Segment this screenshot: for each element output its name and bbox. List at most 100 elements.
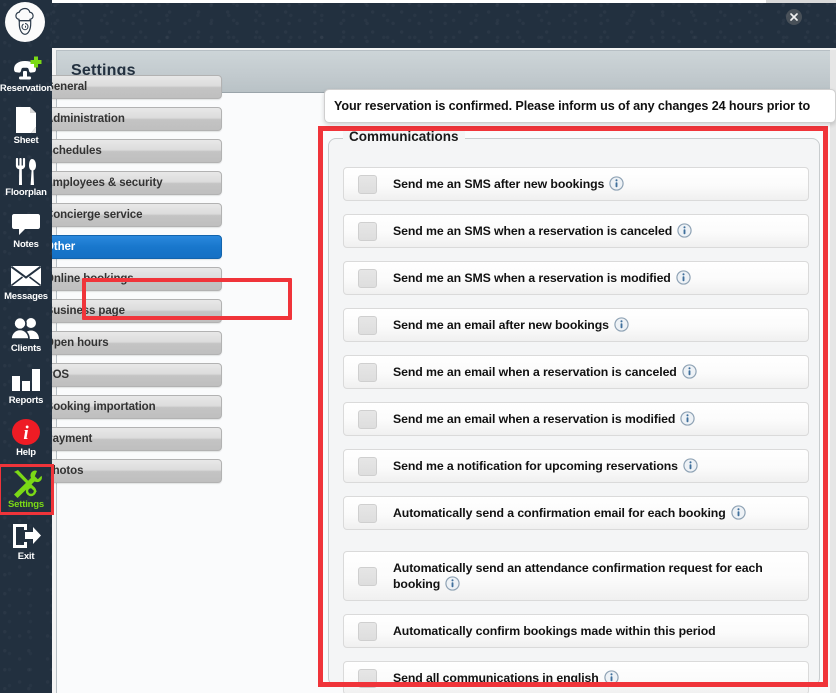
rail-item-label: Reports bbox=[8, 395, 44, 406]
outer-scroll-gutter bbox=[830, 50, 836, 693]
tab-general[interactable]: General bbox=[26, 75, 222, 99]
speech-bubble-icon bbox=[9, 209, 43, 239]
checkbox[interactable] bbox=[358, 621, 377, 641]
tab-online-bookings[interactable]: Online bookings bbox=[26, 267, 222, 291]
info-icon[interactable] bbox=[445, 576, 460, 591]
tab-photos[interactable]: Photos bbox=[26, 459, 222, 483]
info-icon[interactable] bbox=[604, 670, 619, 685]
top-bar bbox=[0, 0, 836, 48]
rail-item-clients[interactable]: Clients bbox=[0, 310, 52, 357]
settings-tab-list: General Administration Schedules Employe… bbox=[26, 75, 222, 491]
rail-item-list: Reservation Sheet Floorplan Notes Messag… bbox=[0, 50, 54, 570]
info-icon[interactable] bbox=[676, 270, 691, 285]
rail-item-label: Settings bbox=[8, 499, 44, 510]
rail-item-reports[interactable]: Reports bbox=[0, 362, 52, 409]
rail-item-notes[interactable]: Notes bbox=[0, 206, 52, 253]
communications-row-list: Send me an SMS after new bookings Send m… bbox=[343, 167, 809, 693]
tab-concierge-service[interactable]: Concierge service bbox=[26, 203, 222, 227]
rail-item-floorplan[interactable]: Floorplan bbox=[0, 154, 52, 201]
comm-row-label: Send me an SMS when a reservation is mod… bbox=[393, 270, 691, 286]
tab-payment[interactable]: Payment bbox=[26, 427, 222, 451]
rail-item-messages[interactable]: Messages bbox=[0, 258, 52, 305]
comm-row-label: Automatically confirm bookings made with… bbox=[393, 624, 716, 638]
rail-item-label: Messages bbox=[4, 291, 48, 302]
comm-row-notification-upcoming[interactable]: Send me a notification for upcoming rese… bbox=[343, 449, 809, 483]
info-icon[interactable] bbox=[680, 411, 695, 426]
rail-item-sheet[interactable]: Sheet bbox=[0, 102, 52, 149]
tab-open-hours[interactable]: Open hours bbox=[26, 331, 222, 355]
tab-pos[interactable]: POS bbox=[26, 363, 222, 387]
info-icon[interactable] bbox=[677, 223, 692, 238]
rail-item-settings[interactable]: Settings bbox=[0, 464, 54, 515]
info-icon[interactable] bbox=[614, 317, 629, 332]
rail-item-reservation[interactable]: Reservation bbox=[0, 50, 52, 97]
checkbox[interactable] bbox=[358, 362, 377, 382]
comm-row-auto-confirm-period[interactable]: Automatically confirm bookings made with… bbox=[343, 614, 809, 648]
rail-item-label: Help bbox=[16, 447, 36, 458]
rail-item-help[interactable]: i Help bbox=[0, 414, 52, 461]
reservation-message-strip[interactable]: Your reservation is confirmed. Please in… bbox=[324, 89, 836, 123]
rail-item-label: Sheet bbox=[13, 135, 39, 146]
comm-row-sms-modified[interactable]: Send me an SMS when a reservation is mod… bbox=[343, 261, 809, 295]
fork-knife-icon bbox=[9, 157, 43, 187]
checkbox[interactable] bbox=[358, 268, 377, 288]
comm-row-label: Send me an email when a reservation is c… bbox=[393, 364, 697, 380]
svg-text:i: i bbox=[23, 423, 29, 444]
checkbox[interactable] bbox=[358, 503, 377, 523]
tab-employees-and-security[interactable]: Employees & security bbox=[26, 171, 222, 195]
comm-row-label: Automatically send a confirmation email … bbox=[393, 505, 746, 521]
info-circle-red-icon: i bbox=[9, 417, 43, 447]
tab-business-page[interactable]: Business page bbox=[26, 299, 222, 323]
checkbox[interactable] bbox=[358, 315, 377, 335]
app-root: Reservation Sheet Floorplan Notes Messag… bbox=[0, 0, 836, 693]
comm-row-email-new-bookings[interactable]: Send me an email after new bookings bbox=[343, 308, 809, 342]
comm-row-communications-in-english[interactable]: Send all communications in english bbox=[343, 661, 809, 693]
bar-chart-icon bbox=[9, 365, 43, 395]
checkbox[interactable] bbox=[358, 221, 377, 241]
comm-row-label: Send me a notification for upcoming rese… bbox=[393, 458, 698, 474]
exit-arrow-icon bbox=[9, 521, 43, 551]
left-nav-rail: Reservation Sheet Floorplan Notes Messag… bbox=[0, 0, 54, 693]
comm-row-label: Send me an SMS when a reservation is can… bbox=[393, 223, 692, 239]
app-logo bbox=[5, 2, 45, 42]
tab-schedules[interactable]: Schedules bbox=[26, 139, 222, 163]
envelope-icon bbox=[9, 261, 43, 291]
tab-other[interactable]: Other bbox=[26, 235, 222, 259]
comm-row-label: Send me an email when a reservation is m… bbox=[393, 411, 695, 427]
checkbox[interactable] bbox=[358, 174, 377, 194]
rail-item-label: Floorplan bbox=[5, 187, 47, 198]
phone-plus-icon bbox=[9, 53, 43, 83]
rail-item-label: Notes bbox=[13, 239, 39, 250]
comm-row-email-canceled[interactable]: Send me an email when a reservation is c… bbox=[343, 355, 809, 389]
reservation-message-text: Your reservation is confirmed. Please in… bbox=[334, 99, 811, 113]
checkbox[interactable] bbox=[358, 409, 377, 429]
comm-row-label: Send me an email after new bookings bbox=[393, 317, 629, 333]
wrench-hammer-icon bbox=[9, 469, 43, 499]
checkbox[interactable] bbox=[358, 566, 377, 586]
comm-row-auto-confirmation-email[interactable]: Automatically send a confirmation email … bbox=[343, 496, 809, 530]
rail-item-label: Reservation bbox=[0, 83, 53, 94]
tab-administration[interactable]: Administration bbox=[26, 107, 222, 131]
info-icon[interactable] bbox=[682, 364, 697, 379]
communications-legend: Communications bbox=[343, 129, 465, 144]
chef-hat-fingerprint-logo-icon bbox=[15, 7, 34, 35]
comm-row-label: Send all communications in english bbox=[393, 670, 619, 686]
top-bar-edge-line bbox=[0, 0, 836, 3]
top-bar-edge-line-right bbox=[766, 0, 836, 3]
comm-row-sms-new-bookings[interactable]: Send me an SMS after new bookings bbox=[343, 167, 809, 201]
close-icon[interactable] bbox=[786, 9, 802, 25]
info-icon[interactable] bbox=[730, 505, 746, 520]
info-icon[interactable] bbox=[609, 176, 624, 191]
document-page-icon bbox=[9, 105, 43, 135]
comm-row-auto-attendance-request[interactable]: Automatically send an attendance confirm… bbox=[343, 551, 809, 601]
comm-row-email-modified[interactable]: Send me an email when a reservation is m… bbox=[343, 402, 809, 436]
info-icon[interactable] bbox=[683, 458, 698, 473]
rail-item-exit[interactable]: Exit bbox=[0, 518, 52, 565]
tab-booking-importation[interactable]: Booking importation bbox=[26, 395, 222, 419]
checkbox[interactable] bbox=[358, 456, 377, 476]
comm-row-sms-canceled[interactable]: Send me an SMS when a reservation is can… bbox=[343, 214, 809, 248]
rail-item-label: Exit bbox=[17, 551, 35, 562]
rail-item-label: Clients bbox=[10, 343, 42, 354]
communications-group: Communications Send me an SMS after new … bbox=[328, 129, 820, 693]
checkbox[interactable] bbox=[358, 668, 377, 688]
